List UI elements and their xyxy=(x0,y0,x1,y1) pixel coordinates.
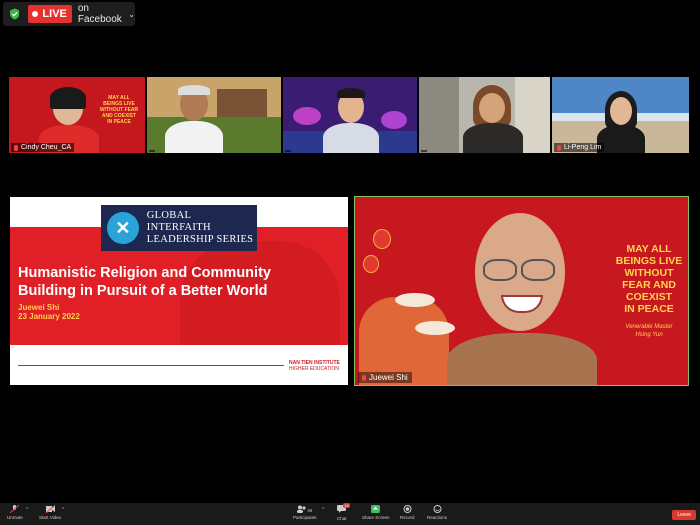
mic-muted-icon xyxy=(557,144,561,151)
slide-author: Juewei Shi xyxy=(18,303,60,312)
participant-name-tag xyxy=(149,150,155,152)
speaker-name-tag: Juewei Shi xyxy=(358,372,412,383)
chevron-up-icon[interactable]: ^ xyxy=(26,507,28,513)
unmute-button[interactable]: Unmute xyxy=(7,505,23,520)
participants-button[interactable]: 46 Participants xyxy=(293,505,317,520)
start-video-button[interactable]: Start Video xyxy=(39,505,61,520)
slide-date: 23 January 2022 xyxy=(18,312,80,321)
tile-quote: MAY ALL BEINGS LIVE WITHOUT FEAR AND COE… xyxy=(99,95,139,125)
participant-tile[interactable] xyxy=(283,77,417,153)
mic-muted-icon xyxy=(14,144,18,151)
chat-badge: 18 xyxy=(343,503,350,508)
series-line-2: LEADERSHIP SERIES xyxy=(146,234,254,245)
active-speaker-video[interactable]: MAY ALL BEINGS LIVE WITHOUT FEAR AND COE… xyxy=(354,196,689,386)
reactions-button[interactable]: Reactions xyxy=(427,505,447,520)
live-badge-label: LIVE xyxy=(42,8,67,20)
chevron-up-icon[interactable]: ^ xyxy=(322,507,324,513)
shield-check-icon xyxy=(10,8,20,20)
chevron-down-icon[interactable]: ⌄ xyxy=(128,10,135,19)
slide-divider xyxy=(18,365,284,366)
participant-tile[interactable]: Li-Peng Lim xyxy=(552,77,689,153)
live-dot-icon xyxy=(32,11,39,17)
microphone-muted-icon xyxy=(10,505,20,513)
slide-title: Humanistic Religion and Community Buildi… xyxy=(18,265,271,299)
leave-button[interactable]: Leave xyxy=(672,510,696,520)
series-logo: ✕ GLOBAL INTERFAITH LEADERSHIP SERIES xyxy=(101,205,257,251)
shared-slide[interactable]: ✕ GLOBAL INTERFAITH LEADERSHIP SERIES Hu… xyxy=(10,197,348,385)
participant-name-tag: Li-Peng Lim xyxy=(554,143,605,152)
live-stream-indicator[interactable]: LIVE on Facebook ⌄ xyxy=(3,2,135,26)
quote-attribution: Venerable Master Hsing Yun xyxy=(625,324,673,338)
participant-tile[interactable] xyxy=(147,77,281,153)
series-line-1: GLOBAL INTERFAITH xyxy=(146,210,211,233)
meeting-toolbar: Unmute ^ Start Video ^ 46 Participants ^… xyxy=(0,503,700,525)
participant-name-tag xyxy=(285,150,291,152)
participant-tile[interactable] xyxy=(419,77,550,153)
mic-muted-icon xyxy=(362,374,366,381)
speaker-background-quote: MAY ALL BEINGS LIVE WITHOUT FEAR AND COE… xyxy=(615,243,683,315)
live-badge: LIVE xyxy=(28,5,72,23)
video-off-icon xyxy=(45,505,55,513)
share-screen-button[interactable]: Share Screen xyxy=(362,505,390,520)
record-button[interactable]: Record xyxy=(400,505,415,520)
institute-logo: NAN TIEN INSTITUTE HIGHER EDUCATION xyxy=(289,360,340,372)
interfaith-knot-icon: ✕ xyxy=(107,212,139,244)
participants-icon xyxy=(297,505,306,513)
participant-name-tag: Cindy Cheu_CA xyxy=(11,143,75,152)
smiley-icon xyxy=(433,505,441,513)
participant-name-tag xyxy=(421,150,427,152)
live-destination: on Facebook xyxy=(77,3,122,25)
share-screen-icon xyxy=(371,505,381,513)
record-icon xyxy=(403,505,412,513)
chevron-up-icon[interactable]: ^ xyxy=(62,507,64,513)
participants-count: 46 xyxy=(307,507,313,513)
participant-tile[interactable]: MAY ALL BEINGS LIVE WITHOUT FEAR AND COE… xyxy=(9,77,145,153)
chat-button[interactable]: 18 Chat xyxy=(337,503,350,521)
